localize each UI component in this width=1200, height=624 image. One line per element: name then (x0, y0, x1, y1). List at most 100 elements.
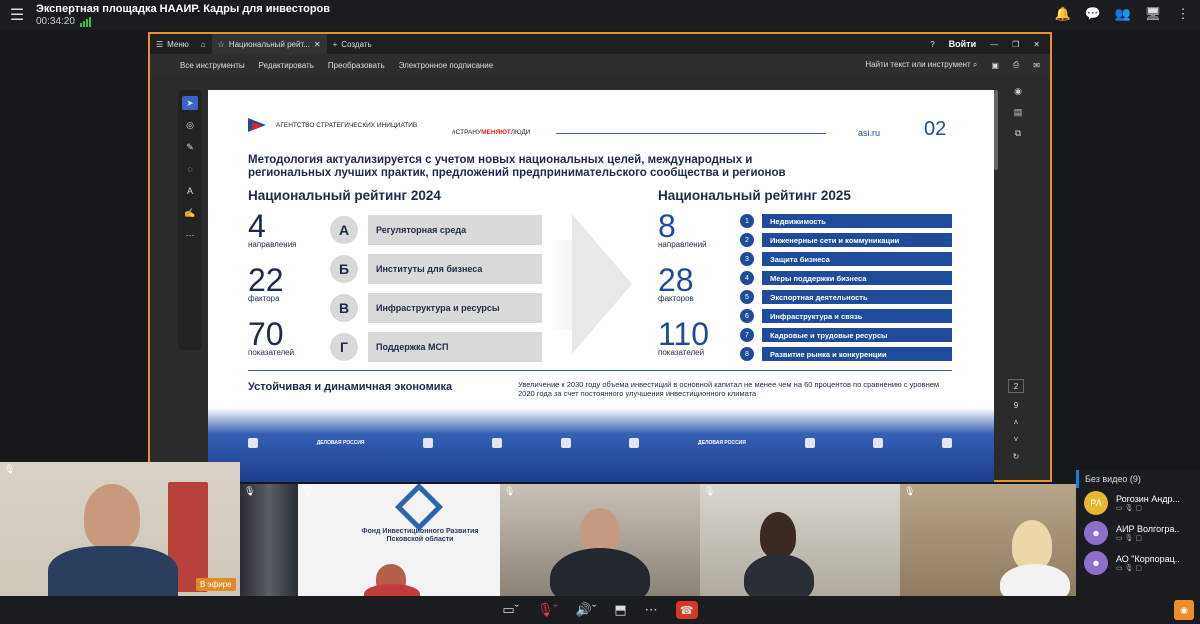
participants-icon[interactable]: 👥 (1114, 5, 1132, 23)
login-button[interactable]: Войти (949, 39, 976, 49)
mic-icon: 🎙 (4, 464, 16, 474)
participant-body (744, 554, 814, 596)
acrobat-left-toolbar: ➤ ◎ ✎ ◌ A ✍ ⋯ (178, 90, 202, 350)
menu-icon[interactable]: ☰ (0, 0, 34, 30)
participant-item[interactable]: РА Рогозин Андр... ▭ 🎙 ▢ (1076, 488, 1200, 518)
stat-number: 4 (248, 208, 266, 244)
participant-name: АО "Корпорац... (1116, 554, 1180, 564)
camera-icon[interactable]: ▭ˇ (502, 602, 519, 618)
slogan-c: ЛЮДИ (510, 129, 531, 136)
share-screen-icon[interactable]: ⬒ (614, 602, 626, 618)
sign-icon[interactable]: ✍ (182, 206, 198, 220)
partner-logo-icon (491, 438, 502, 448)
agency-logo-icon (248, 116, 270, 134)
stat-label: факторов (658, 294, 694, 303)
area-letter: Г (330, 333, 358, 361)
area-number: 8 (740, 347, 754, 361)
participant-item[interactable]: ☻ АИР Волгогра... ▭ 🎙 ▢ (1076, 518, 1200, 548)
menu-all-tools[interactable]: Все инструменты (180, 61, 245, 70)
video-tile[interactable]: 🎙 (900, 484, 1076, 596)
print-icon[interactable]: ⎙ (1013, 60, 1019, 70)
notifications-icon[interactable]: 🔔 (1054, 5, 1072, 23)
speaker-head (84, 484, 140, 550)
stat-number: 8 (658, 208, 676, 244)
stat-label: показателей (248, 348, 295, 357)
video-tile-speaker[interactable]: 🎙 В эфире (0, 462, 240, 596)
acrobat-tabbar: ☰ Меню ⌂ ☆ Национальный рейт... ✕ + Создать … (150, 34, 1050, 54)
mic-icon: 🎙 (704, 486, 716, 496)
save-icon[interactable]: ▣ (991, 61, 999, 70)
find-tool[interactable]: Найти текст или инструмент ⌕ (865, 60, 977, 70)
stat-2024-indicators: 70 показателей (248, 318, 294, 357)
menu-icon: ☰ (156, 39, 164, 49)
page-down-icon[interactable]: ˅ (1014, 435, 1019, 444)
stat-label: направления (248, 240, 297, 249)
participant-body (364, 584, 420, 596)
area-2024-item: Регуляторная среда (368, 215, 542, 245)
rating-2025-title: Национальный рейтинг 2025 (658, 188, 851, 203)
area-number: 6 (740, 309, 754, 323)
help-icon[interactable]: ? (930, 40, 934, 49)
menu-edit[interactable]: Редактировать (259, 61, 314, 70)
pages-icon[interactable]: ▤ (1014, 107, 1023, 118)
menu-convert[interactable]: Преобразовать (328, 61, 385, 70)
slide-number: 02 (924, 118, 947, 140)
restore-icon[interactable]: ❐ (1012, 40, 1019, 49)
mic-muted-icon[interactable]: 🎙ˇ (537, 602, 558, 618)
copy-icon[interactable]: ⧉ (1015, 128, 1021, 139)
video-tile[interactable]: 🎙 Фонд Инвестиционного Развития Псковско… (298, 484, 500, 596)
stat-label: показателей (658, 348, 705, 357)
comment-icon[interactable]: ◎ (182, 118, 198, 132)
area-2024-item: Институты для бизнеса (368, 254, 542, 284)
page-up-icon[interactable]: ˄ (1014, 418, 1019, 427)
end-call-icon[interactable]: ☎ (675, 601, 698, 619)
record-icon[interactable]: ◉ (1174, 600, 1194, 620)
text-recognition-icon[interactable]: A (182, 184, 198, 198)
ai-assistant-icon[interactable]: ◉ (1014, 86, 1022, 97)
stat-2024-factors: 22 фактора (248, 264, 284, 303)
divider (248, 370, 952, 371)
area-text: Защита бизнеса (762, 252, 952, 266)
on-air-badge: В эфире (196, 578, 236, 591)
area-2025-item: 2 Инженерные сети и коммуникации (740, 233, 952, 247)
share-screen-icon[interactable]: 🖥 (1144, 5, 1162, 23)
menu-esign[interactable]: Электронное подписание (399, 61, 494, 70)
page-total: 9 (1013, 401, 1019, 410)
video-tile[interactable]: 🎙 (240, 484, 298, 596)
mic-icon: 🎙 (504, 486, 516, 496)
minimize-icon[interactable]: — (990, 40, 998, 49)
slide-headline: Методология актуализируется с учетом нов… (248, 154, 786, 179)
participant-item[interactable]: ☻ АО "Корпорац... ▭ 🎙 ▢ (1076, 548, 1200, 578)
participant-name: Рогозин Андр... (1116, 494, 1180, 504)
chat-icon[interactable]: 💬 (1084, 5, 1102, 23)
area-number: 2 (740, 233, 754, 247)
more-icon[interactable]: ⋮ (1174, 5, 1192, 23)
pen-icon[interactable]: ✎ (182, 140, 198, 154)
tab-document[interactable]: ☆ Национальный рейт... ✕ (211, 34, 327, 54)
more-tools-icon[interactable]: ⋯ (182, 228, 198, 242)
cursor-icon[interactable]: ➤ (182, 96, 198, 110)
refresh-icon[interactable]: ↻ (1013, 452, 1020, 461)
speaker-icon[interactable]: 🔊ˇ (576, 602, 597, 618)
close-icon[interactable]: ✕ (314, 40, 321, 49)
mail-icon[interactable]: ✉ (1033, 61, 1040, 70)
page-current[interactable]: 2 (1008, 379, 1024, 393)
more-icon[interactable]: ⋯ (645, 602, 658, 618)
participant-head (760, 512, 796, 558)
avatar-user-icon: ☻ (1084, 551, 1108, 575)
divider (556, 133, 826, 134)
agency-logo-icon (248, 438, 258, 448)
close-window-icon[interactable]: ✕ (1033, 40, 1040, 49)
scrollbar[interactable] (994, 90, 998, 170)
area-text: Меры поддержки бизнеса (762, 271, 952, 285)
video-tile[interactable]: 🎙 (500, 484, 700, 596)
home-icon[interactable]: ⌂ (195, 34, 212, 54)
create-button[interactable]: + Создать (327, 34, 378, 54)
area-2025-item: 8 Развитие рынка и конкуренции (740, 347, 952, 361)
menu-label: Меню (167, 39, 189, 49)
acrobat-menu-button[interactable]: ☰ Меню (150, 34, 195, 54)
slide-footer-goal: Увеличение к 2030 году объема инвестиций… (518, 380, 940, 398)
lasso-icon[interactable]: ◌ (182, 162, 198, 176)
video-tile[interactable]: 🎙 (700, 484, 900, 596)
transition-arrow (572, 214, 632, 354)
